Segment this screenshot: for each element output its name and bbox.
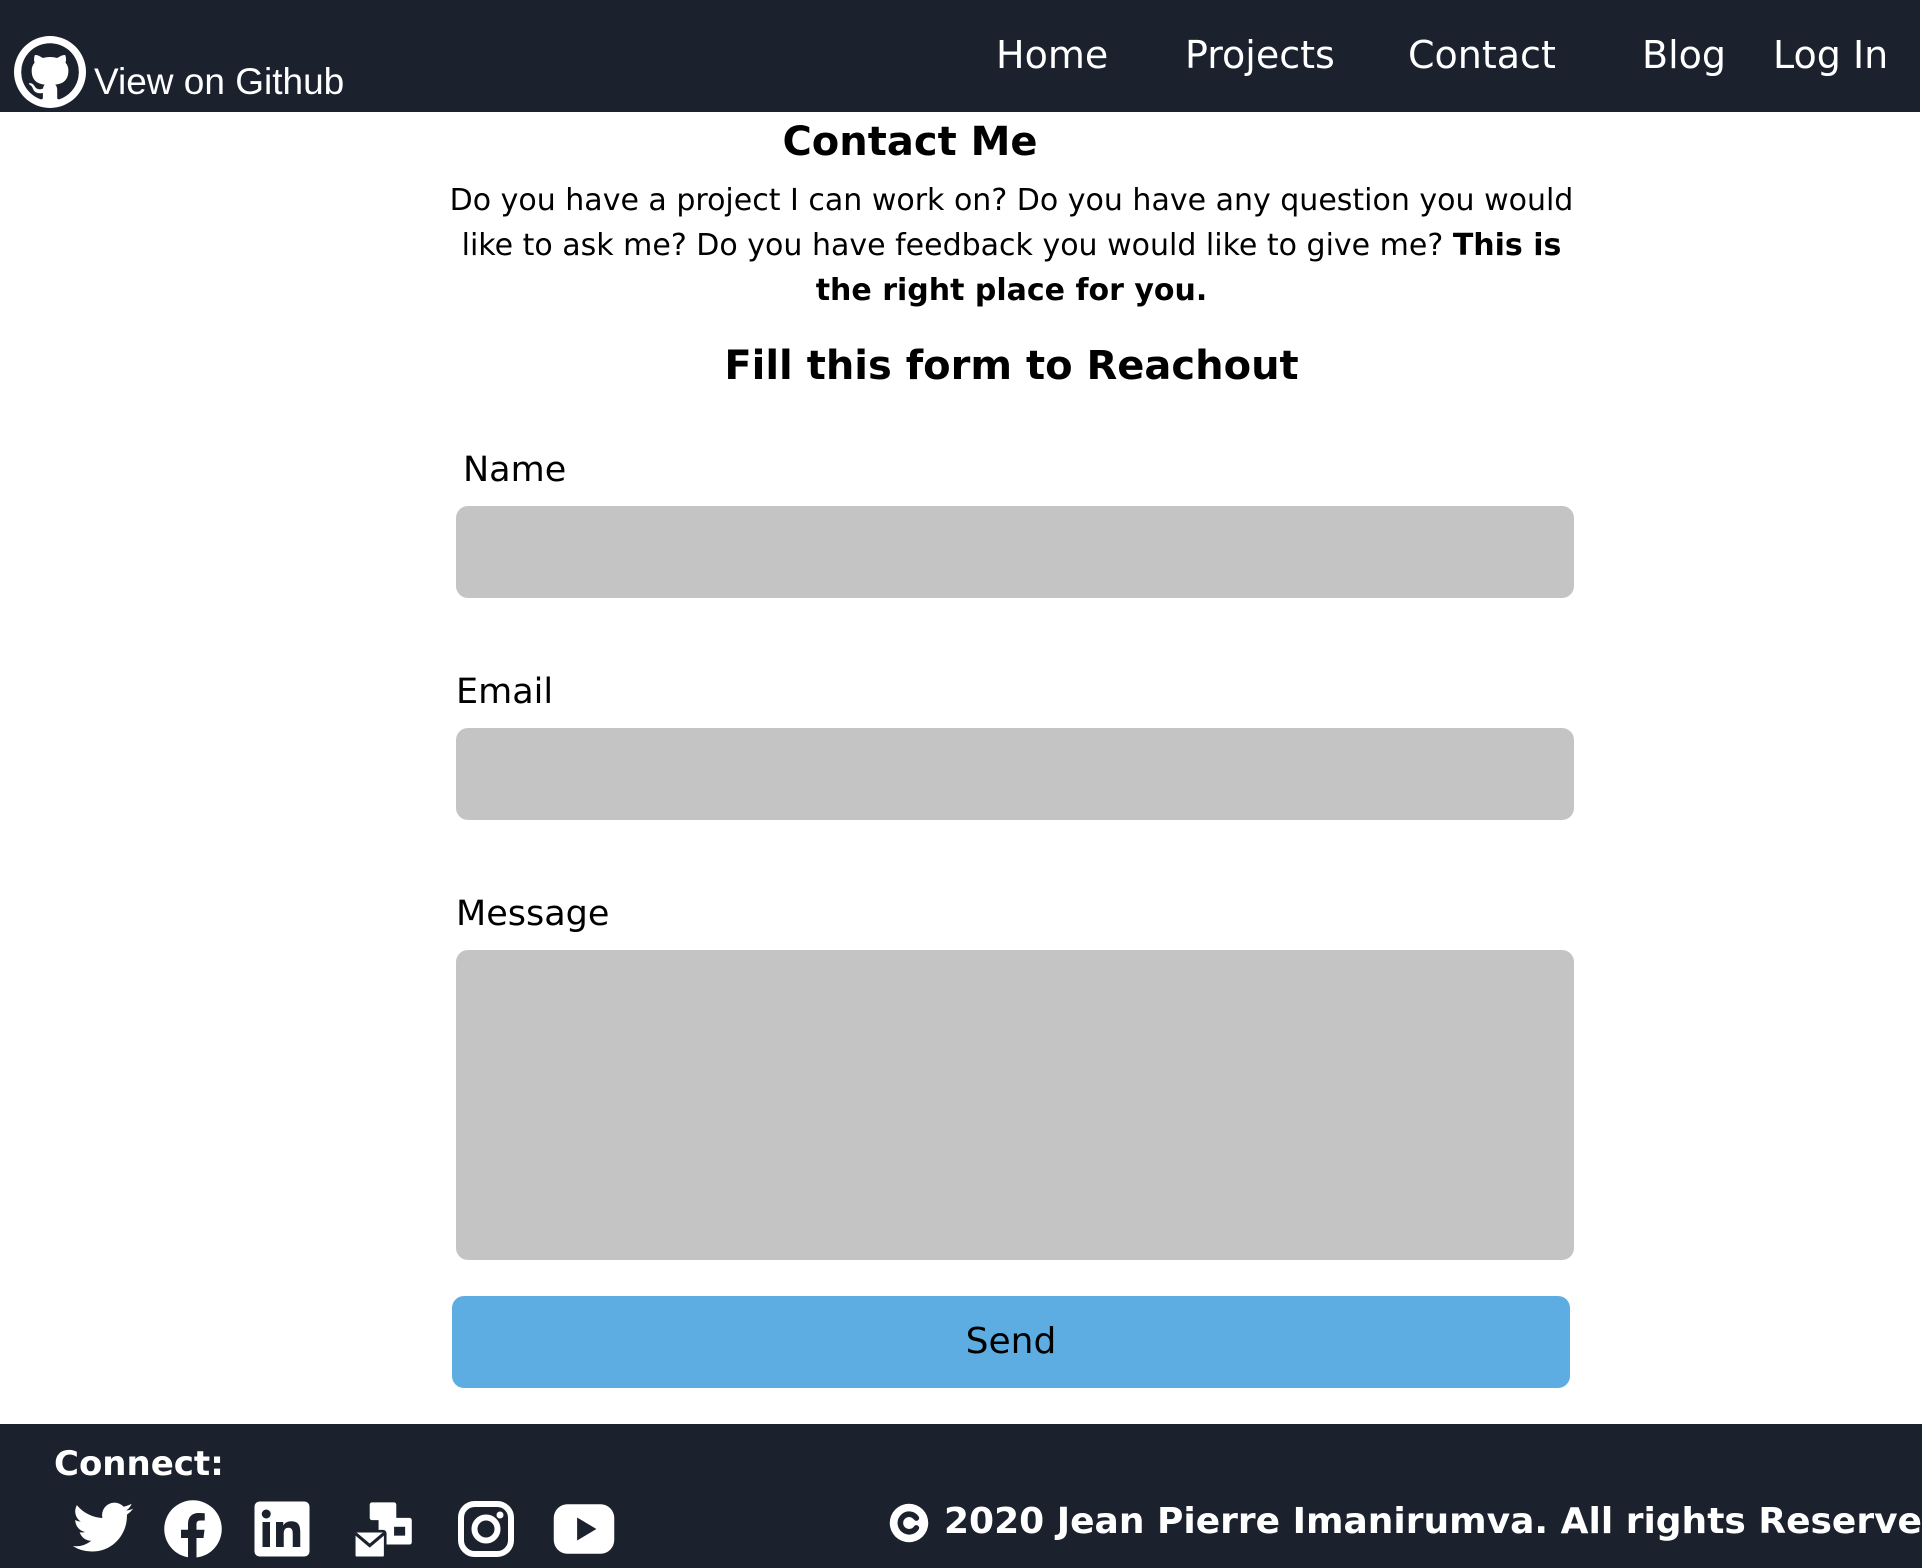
email-label: Email — [456, 672, 554, 712]
linkedin-icon[interactable] — [252, 1496, 312, 1562]
youtube-icon[interactable] — [550, 1496, 618, 1562]
form-title: Fill this form to Reachout — [724, 343, 1299, 389]
nav-projects[interactable]: Projects — [1185, 30, 1335, 80]
nav-blog[interactable]: Blog — [1642, 30, 1726, 80]
nav-contact[interactable]: Contact — [1408, 30, 1556, 80]
copyright-text: 2020 Jean Pierre Imanirumva. All rights … — [944, 1501, 1922, 1542]
footer: Connect: 2020 Jean Pierre Imanirumva. Al… — [0, 1424, 1922, 1568]
instagram-link[interactable] — [456, 1496, 516, 1562]
top-navbar: View on Github Home Projects Contact Blo… — [0, 0, 1920, 112]
github-icon[interactable] — [14, 36, 86, 108]
connect-label: Connect: — [54, 1444, 224, 1484]
send-button[interactable]: Send — [452, 1296, 1570, 1388]
facebook-icon[interactable] — [163, 1496, 223, 1562]
email-input[interactable] — [456, 728, 1574, 820]
name-label: Name — [463, 450, 567, 490]
mail-icon[interactable] — [352, 1496, 414, 1562]
message-label: Message — [456, 894, 610, 934]
nav-home[interactable]: Home — [996, 30, 1108, 80]
intro-text: Do you have a project I can work on? Do … — [449, 183, 1574, 263]
name-input[interactable] — [456, 506, 1574, 598]
github-link-label[interactable]: View on Github — [94, 60, 344, 104]
instagram-icon[interactable] — [456, 1496, 516, 1562]
mail-link[interactable] — [352, 1496, 414, 1562]
facebook-link[interactable] — [163, 1496, 223, 1562]
page-title-text: Contact Me — [782, 119, 1038, 165]
linkedin-link[interactable] — [252, 1496, 312, 1562]
nav-login[interactable]: Log In — [1773, 30, 1888, 80]
intro-paragraph: Do you have a project I can work on? Do … — [440, 178, 1583, 313]
twitter-icon[interactable] — [70, 1496, 136, 1562]
twitter-link[interactable] — [70, 1496, 136, 1562]
youtube-link[interactable] — [550, 1496, 618, 1562]
page-title: Contact Me — [0, 116, 1870, 168]
message-textarea[interactable] — [456, 950, 1574, 1260]
copyright-icon — [889, 1503, 929, 1543]
